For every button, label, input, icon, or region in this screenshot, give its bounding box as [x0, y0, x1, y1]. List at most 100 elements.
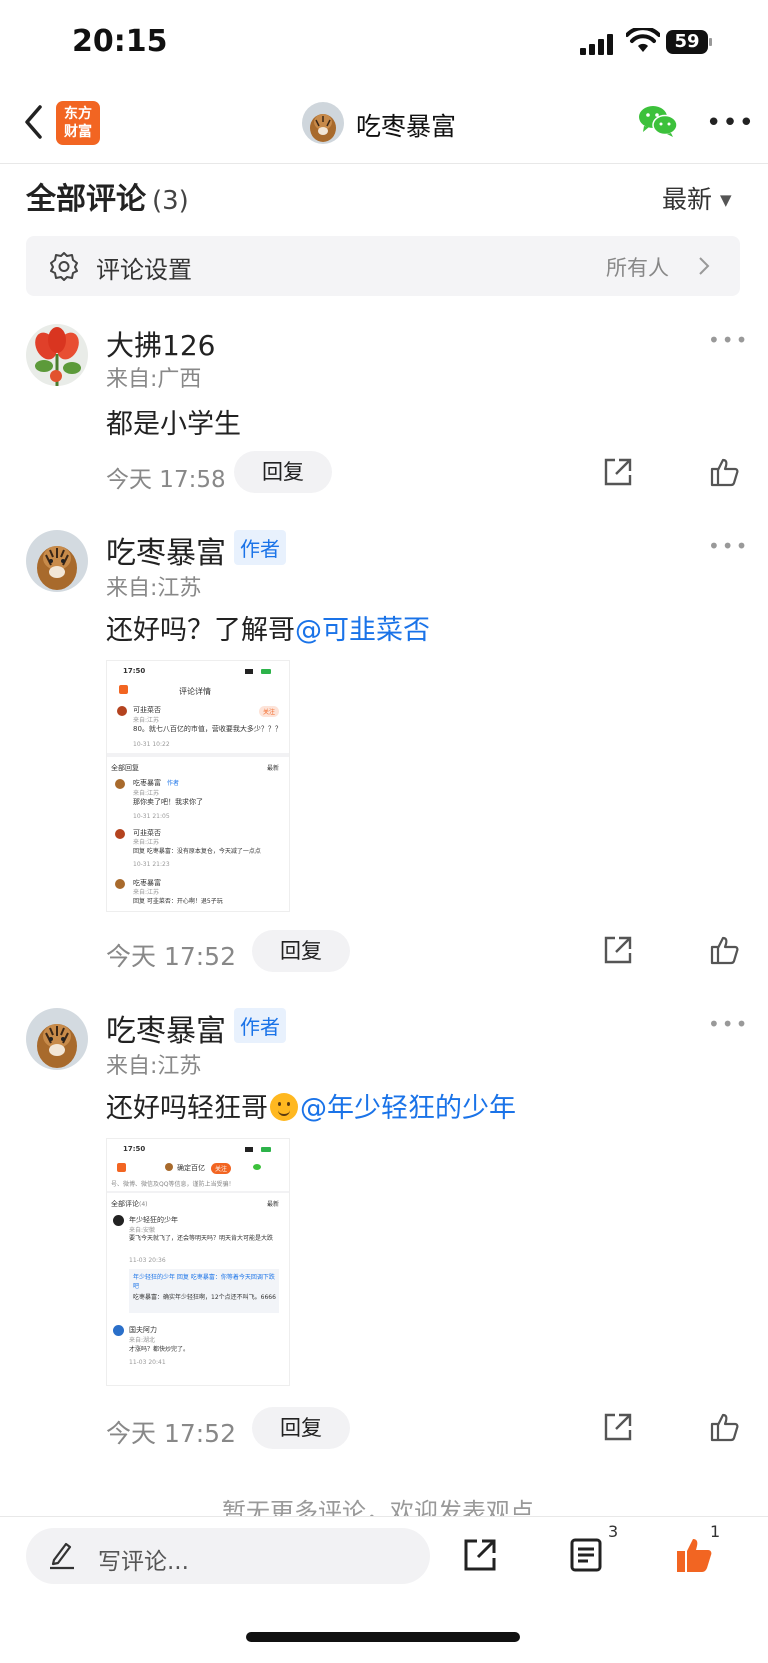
chevron-right-icon: [699, 257, 710, 275]
comment-location: 来自:广西: [106, 367, 202, 392]
comment-image[interactable]: 17:50 评论详情 可韭菜否 关注 来自:江苏 80。就七八百亿的市值，营收要…: [106, 660, 290, 912]
comments-list-icon[interactable]: [568, 1537, 604, 1573]
comment-input[interactable]: [26, 1528, 430, 1584]
comment-time: 今天 17:52: [106, 1419, 236, 1448]
smile-emoji-icon: [270, 1093, 298, 1121]
image-time2: 10-31 21:05: [133, 813, 170, 820]
more-options-icon[interactable]: •••: [708, 1012, 749, 1036]
image-loc1: 来自:江苏: [133, 717, 160, 724]
image-text4: 回复 可韭菜否：开心啊！退5子玩: [133, 898, 223, 905]
image-reply1: 年少轻狂的少年 回复 吃枣暴富：你等着今天回调下跌吧: [133, 1274, 275, 1290]
more-menu-icon[interactable]: •••: [706, 108, 755, 138]
comment-text-body: 还好吗？了解哥: [106, 615, 295, 646]
battery-level: 59: [674, 31, 700, 52]
logo-line1: 东方: [64, 106, 92, 122]
like-filled-icon[interactable]: [674, 1535, 714, 1575]
home-indicator: [246, 1632, 520, 1642]
image-status-icons: [245, 1146, 281, 1152]
image-avatar: [117, 706, 127, 716]
image-status-icons: [245, 668, 281, 674]
nav-title: 吃枣暴富: [356, 112, 457, 141]
comment-location: 来自:江苏: [106, 1054, 202, 1079]
comment-username[interactable]: 吃枣暴富: [106, 528, 226, 572]
reply-button[interactable]: 回复: [252, 1407, 350, 1449]
share-icon[interactable]: [602, 1411, 634, 1443]
image-avatar: [113, 1325, 124, 1336]
share-icon[interactable]: [602, 456, 634, 488]
image-sort: 最新: [267, 1201, 280, 1208]
image-avatar: [165, 1163, 173, 1171]
image-follow-button: 关注: [259, 706, 280, 717]
image-logo: [117, 1163, 126, 1172]
image-avatar: [115, 879, 125, 889]
sort-dropdown[interactable]: 最新 ▼: [662, 180, 732, 216]
image-title: 评论详情: [179, 687, 211, 696]
comment-time: 今天 17:58: [106, 467, 226, 493]
more-options-icon[interactable]: •••: [708, 534, 749, 558]
reply-button[interactable]: 回复: [252, 930, 350, 972]
comment-text-body: 还好吗轻狂哥: [106, 1093, 268, 1124]
image-section-count: (4): [139, 1201, 148, 1208]
image-section: 全部回复: [111, 764, 139, 772]
wifi-icon: [626, 28, 660, 52]
like-icon[interactable]: [708, 456, 740, 488]
author-badge: 作者: [234, 1008, 286, 1043]
likes-count-badge: 1: [710, 1522, 721, 1541]
comments-count: (3): [152, 186, 189, 216]
back-arrow-icon[interactable]: [22, 104, 46, 140]
image-status-time: 17:50: [123, 1145, 146, 1153]
comment-input-placeholder: 写评论...: [98, 1549, 189, 1575]
comments-title-text: 全部评论: [26, 182, 146, 217]
image-loc2: 来自:江苏: [133, 790, 160, 797]
image-text1: 要飞今天就飞了，还会等明天吗？明天肯大可能是大跌: [129, 1235, 274, 1242]
image-loc1: 来自:安徽: [129, 1227, 156, 1234]
image-time1: 10-31 10:22: [133, 741, 170, 748]
image-status-time: 17:50: [123, 667, 146, 675]
comment-time: 今天 17:52: [106, 942, 236, 971]
author-avatar[interactable]: [302, 102, 344, 144]
comment-image[interactable]: 17:50 确定百亿 关注 号、微博、微信及QQ等信息，谨防上当受骗！ 全部评论…: [106, 1138, 290, 1386]
mention-link[interactable]: @可韭菜否: [295, 615, 430, 646]
gear-icon: [50, 252, 78, 281]
comments-title: 全部评论 (3): [26, 174, 189, 218]
image-name1: 可韭菜否: [133, 706, 161, 714]
image-loc4: 来自:江苏: [133, 889, 160, 896]
comment-location: 来自:江苏: [106, 576, 202, 601]
sort-label: 最新: [662, 185, 713, 214]
comment-avatar[interactable]: [26, 1008, 88, 1070]
like-icon[interactable]: [708, 1411, 740, 1443]
share-icon[interactable]: [602, 934, 634, 966]
image-name2: 国夫阿力: [129, 1326, 157, 1334]
image-follow-button: 关注: [211, 1163, 232, 1174]
author-badge: 作者: [234, 530, 286, 565]
comment-text: 都是小学生: [106, 409, 241, 440]
like-icon[interactable]: [708, 934, 740, 966]
eastmoney-logo[interactable]: 东方 财富: [56, 101, 100, 145]
logo-line2: 财富: [64, 124, 92, 140]
share-icon[interactable]: [462, 1537, 498, 1573]
battery-icon: 59: [666, 30, 716, 54]
comment-avatar[interactable]: [26, 530, 88, 592]
comments-count-badge: 3: [608, 1522, 619, 1541]
image-section-label: 全部评论: [111, 1200, 139, 1208]
reply-button[interactable]: 回复: [234, 451, 332, 493]
image-name1: 年少轻狂的少年: [129, 1216, 178, 1224]
more-options-icon[interactable]: •••: [708, 328, 749, 352]
image-title: 确定百亿: [177, 1164, 205, 1172]
caret-down-icon: ▼: [719, 191, 732, 209]
image-name2: 吃枣暴富: [133, 779, 161, 787]
comment-username[interactable]: 大拂126: [106, 324, 215, 364]
image-avatar: [115, 829, 125, 839]
image-text2: 那你卖了吧！我求你了: [133, 798, 203, 806]
wechat-icon[interactable]: [638, 104, 678, 138]
settings-label: 评论设置: [96, 256, 192, 284]
image-time1: 11-03 20:36: [129, 1257, 166, 1264]
image-wechat-icon: [253, 1164, 261, 1170]
image-text3: 回复 吃枣暴富：没有原本复仓，今天减了一点点: [133, 848, 261, 855]
comment-avatar[interactable]: [26, 324, 88, 386]
comment-username[interactable]: 吃枣暴富: [106, 1006, 226, 1050]
image-time3: 10-31 21:23: [133, 861, 170, 868]
image-avatar: [113, 1215, 124, 1226]
mention-link[interactable]: @年少轻狂的少年: [300, 1093, 516, 1124]
comment-text: 还好吗轻狂哥 @年少轻狂的少年: [106, 1086, 516, 1125]
